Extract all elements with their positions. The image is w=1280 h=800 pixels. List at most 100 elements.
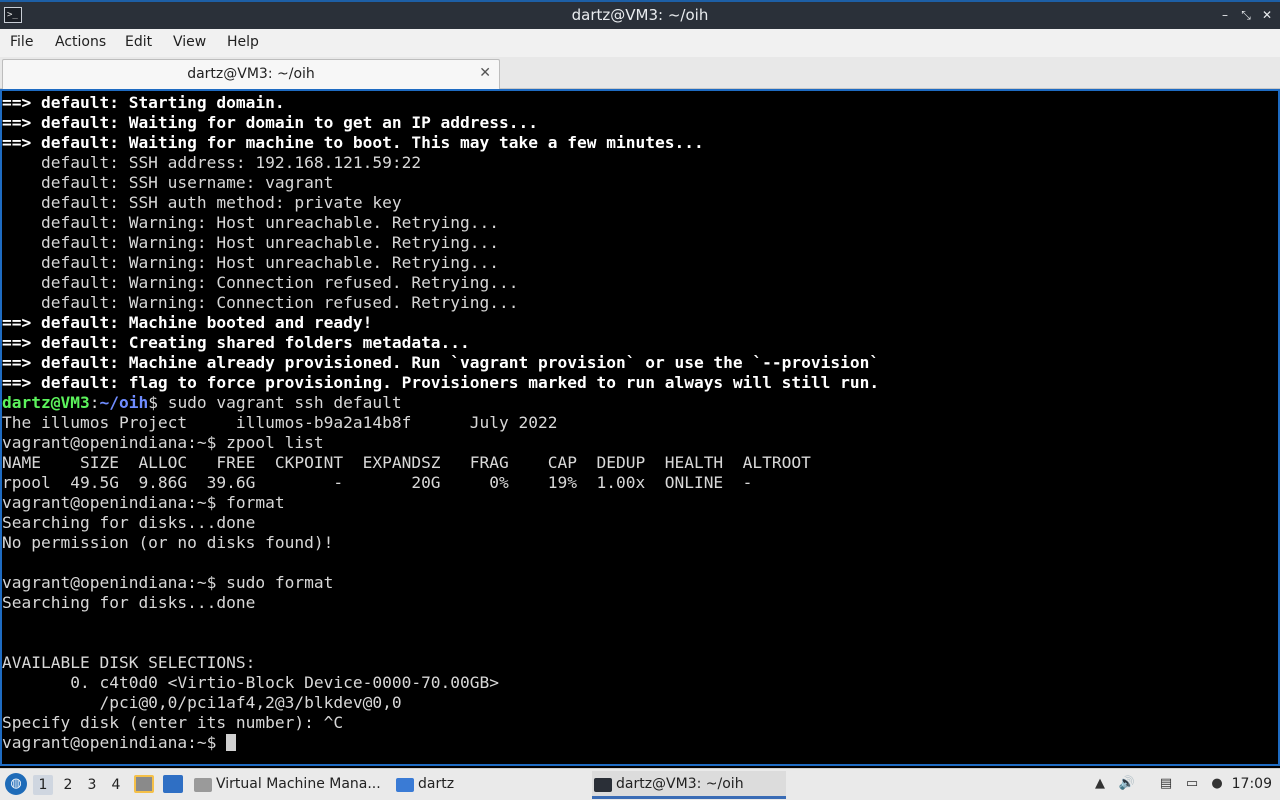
task-label: dartz [418,776,455,792]
terminal-line: default: SSH auth method: private key [2,193,879,213]
line-text: 0. c4t0d0 <Virtio-Block Device-0000-70.0… [2,673,500,692]
tab-label: dartz@VM3: ~/oih [187,66,315,82]
terminal-line: ==> default: Starting domain. [2,93,879,113]
terminal-line: default: Warning: Host unreachable. Retr… [2,213,879,233]
line-text: vagrant@openindiana:~$ sudo format [2,573,334,592]
prompt-path: ~/oih [99,393,149,412]
clock: 17:09 [1231,776,1272,792]
line-text: ==> default: Machine booted and ready! [2,313,373,332]
terminal-line: default: Warning: Connection refused. Re… [2,293,879,313]
line-text: /pci@0,0/pci1af4,2@3/blkdev@0,0 [2,693,402,712]
network-icon[interactable]: ▭ [1183,775,1201,793]
line-text: ==> default: Machine already provisioned… [2,353,880,372]
prompt-separator: : [89,393,100,412]
task-terminal[interactable]: dartz@VM3: ~/oih [592,771,786,799]
file-manager-launcher-icon[interactable] [163,775,183,793]
menu-file[interactable]: File [10,34,33,50]
command-text: $ sudo vagrant ssh default [148,393,402,412]
task-virtual-machine-manager[interactable]: Virtual Machine Mana... [192,771,388,799]
folder-icon [396,778,414,792]
line-text: The illumos Project illumos-b9a2a14b8f J… [2,413,558,432]
line-text: vagrant@openindiana:~$ [2,733,227,752]
terminal-line: ==> default: flag to force provisioning.… [2,373,879,393]
line-text: AVAILABLE DISK SELECTIONS: [2,653,256,672]
menu-edit[interactable]: Edit [125,34,152,50]
terminal-line: default: Warning: Host unreachable. Retr… [2,253,879,273]
line-text: vagrant@openindiana:~$ zpool list [2,433,324,452]
terminal-line: vagrant@openindiana:~$ zpool list [2,433,879,453]
tab-bar: dartz@VM3: ~/oih ✕ [0,57,1280,89]
vm-manager-icon [194,778,212,792]
taskbar: ◍ 1 2 3 4 Virtual Machine Mana... dartz … [0,768,1280,800]
terminal-line: Searching for disks...done [2,513,879,533]
workspace-3[interactable]: 3 [82,775,102,795]
terminal-line: No permission (or no disks found)! [2,533,879,553]
line-text: Searching for disks...done [2,593,256,612]
line-text: default: Warning: Connection refused. Re… [2,273,519,292]
terminal-view[interactable]: ==> default: Starting domain. ==> default… [0,89,1280,766]
minimize-icon[interactable]: – [1216,6,1234,24]
line-text: default: Warning: Host unreachable. Retr… [2,233,500,252]
workspace-1[interactable]: 1 [33,775,53,795]
line-text: ==> default: Waiting for domain to get a… [2,113,539,132]
start-menu-icon[interactable]: ◍ [5,773,27,795]
line-text: No permission (or no disks found)! [2,533,334,552]
terminal-line: vagrant@openindiana:~$ [2,733,879,753]
line-text: default: Warning: Connection refused. Re… [2,293,519,312]
line-text: ==> default: flag to force provisioning.… [2,373,880,392]
terminal-line: Specify disk (enter its number): ^C [2,713,879,733]
terminal-line: The illumos Project illumos-b9a2a14b8f J… [2,413,879,433]
task-dartz-folder[interactable]: dartz [394,771,584,799]
workspace-2[interactable]: 2 [58,775,78,795]
menu-bar: File Actions Edit View Help [0,29,1280,57]
close-window-icon[interactable]: ✕ [1258,6,1276,24]
terminal-line: ==> default: Machine already provisioned… [2,353,879,373]
line-text: rpool 49.5G 9.86G 39.6G - 20G 0% 19% 1.0… [2,473,753,492]
show-desktop-icon[interactable] [134,775,154,793]
maximize-icon[interactable]: ⤡ [1237,6,1255,24]
line-text: ==> default: Waiting for machine to boot… [2,133,704,152]
terminal-line: vagrant@openindiana:~$ sudo format [2,573,879,593]
terminal-line: dartz@VM3:~/oih$ sudo vagrant ssh defaul… [2,393,879,413]
line-text: ==> default: Creating shared folders met… [2,333,470,352]
terminal-output: ==> default: Starting domain. ==> default… [2,93,879,753]
line-text: ==> default: Starting domain. [2,93,285,112]
window-title: dartz@VM3: ~/oih [571,6,709,24]
clipboard-icon[interactable]: ▤ [1157,775,1175,793]
workspace-4[interactable]: 4 [106,775,126,795]
text-cursor [226,734,237,751]
tray-up-arrow-icon[interactable]: ▲ [1091,775,1109,793]
terminal-line: default: SSH username: vagrant [2,173,879,193]
line-text: NAME SIZE ALLOC FREE CKPOINT EXPANDSZ FR… [2,453,811,472]
line-text: default: Warning: Host unreachable. Retr… [2,213,500,232]
line-text: Specify disk (enter its number): ^C [2,713,344,732]
line-text: default: SSH address: 192.168.121.59:22 [2,153,422,172]
line-text: Searching for disks...done [2,513,256,532]
menu-actions[interactable]: Actions [55,34,106,50]
terminal-icon [594,778,612,792]
terminal-line: default: SSH address: 192.168.121.59:22 [2,153,879,173]
task-label: Virtual Machine Mana... [216,776,381,792]
task-label: dartz@VM3: ~/oih [616,776,744,792]
window-titlebar: >_ dartz@VM3: ~/oih – ⤡ ✕ [0,0,1280,29]
line-text: default: SSH username: vagrant [2,173,334,192]
notification-icon[interactable]: ● [1208,775,1226,793]
terminal-line: rpool 49.5G 9.86G 39.6G - 20G 0% 19% 1.0… [2,473,879,493]
prompt-user: dartz@VM3 [2,393,90,412]
line-text: default: Warning: Host unreachable. Retr… [2,253,500,272]
terminal-line: ==> default: Machine booted and ready! [2,313,879,333]
menu-view[interactable]: View [173,34,206,50]
tab-close-icon[interactable]: ✕ [479,65,491,81]
terminal-line: ==> default: Waiting for domain to get a… [2,113,879,133]
menu-help[interactable]: Help [227,34,259,50]
terminal-line: NAME SIZE ALLOC FREE CKPOINT EXPANDSZ FR… [2,453,879,473]
tab-terminal[interactable]: dartz@VM3: ~/oih ✕ [2,59,500,89]
volume-icon[interactable]: 🔊 [1118,775,1136,793]
terminal-line: ==> default: Waiting for machine to boot… [2,133,879,153]
terminal-line: default: Warning: Host unreachable. Retr… [2,233,879,253]
terminal-line: Searching for disks...done [2,593,879,613]
terminal-line: vagrant@openindiana:~$ format [2,493,879,513]
